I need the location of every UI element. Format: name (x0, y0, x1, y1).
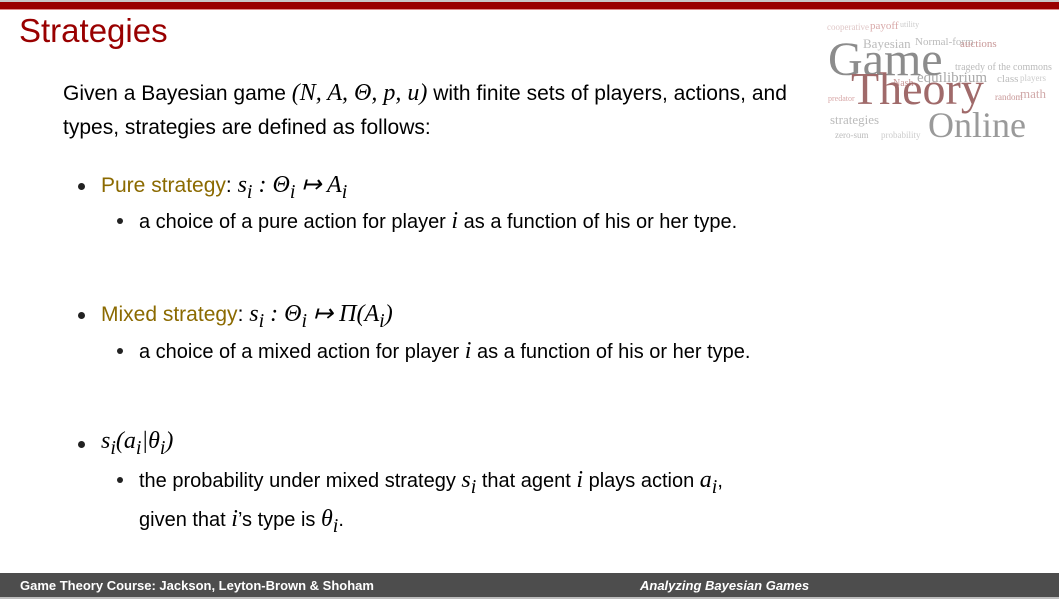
notation-math: si(ai|θi) (101, 428, 174, 459)
slide-footer: Game Theory Course: Jackson, Leyton-Brow… (0, 573, 1059, 597)
bullet-dot (117, 348, 123, 354)
sub-bullet-probability: the probability under mixed strategy si … (117, 464, 807, 542)
footer-lecture-title: Analyzing Bayesian Games (640, 578, 810, 593)
slide-title: Strategies (19, 12, 168, 49)
top-rule-light (0, 9, 1059, 10)
bullet-dot (117, 218, 123, 224)
bullet-dot (78, 183, 85, 190)
bullet-dot (117, 477, 123, 483)
game-theory-online-logo: cooperative payoff utility Bayesian Norm… (827, 20, 1052, 145)
bullet-dot (78, 312, 85, 319)
definition-math: si : Θi ↦ Ai (237, 172, 348, 203)
term-label: Mixed strategy (101, 303, 238, 326)
bullet-dot (78, 441, 85, 448)
definition-math: si : Θi ↦ Π(Ai) (249, 301, 393, 332)
sub-bullet-pure: a choice of a pure action for player i a… (117, 205, 807, 238)
term-label: Pure strategy (101, 174, 226, 197)
intro-paragraph: Given a Bayesian game (N, A, Θ, p, u) wi… (63, 76, 803, 145)
intro-text: Given a Bayesian game (63, 82, 292, 105)
sub-bullet-mixed: a choice of a mixed action for player i … (117, 335, 807, 368)
footer-course: Game Theory Course: Jackson, Leyton-Brow… (20, 578, 374, 593)
game-tuple-math: (N, A, Θ, p, u) (291, 80, 428, 106)
top-bar (0, 2, 1059, 9)
